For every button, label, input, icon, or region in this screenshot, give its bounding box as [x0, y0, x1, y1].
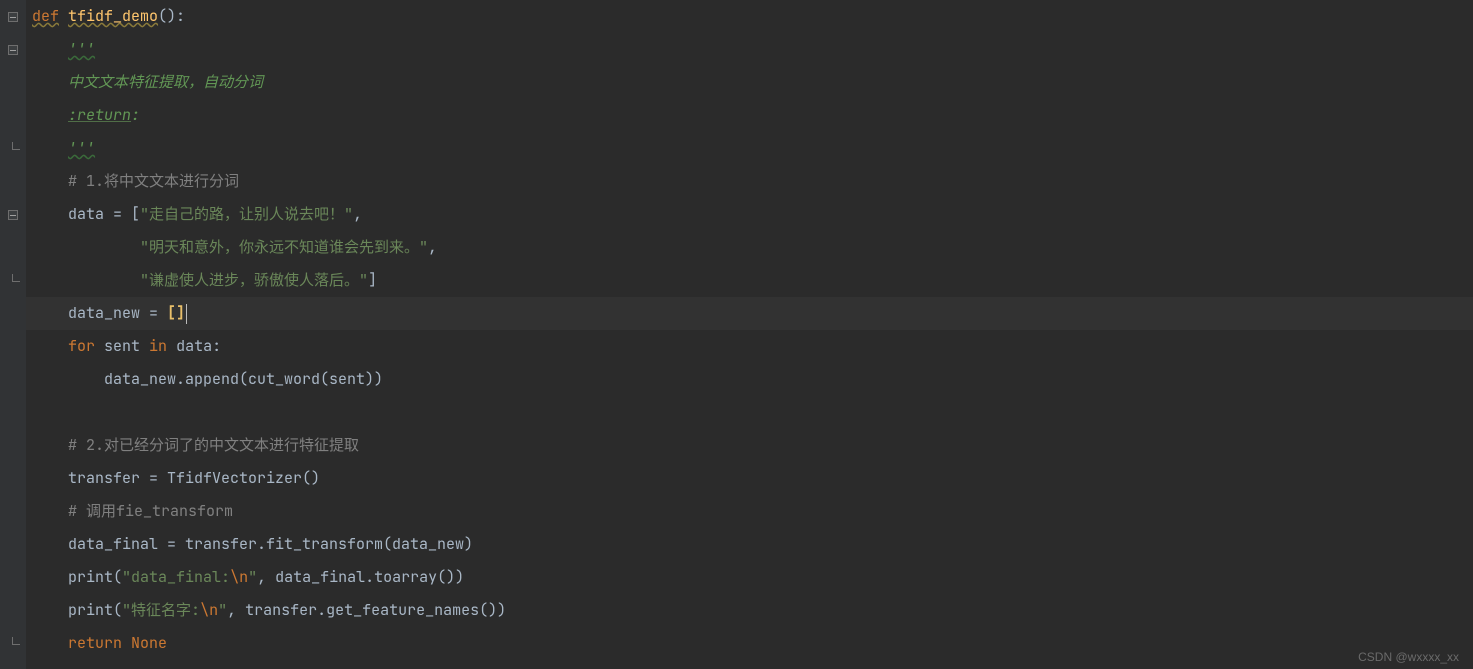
- docstring-text: 中文文本特征提取，自动分词: [68, 72, 263, 92]
- code-line[interactable]: data_final = transfer.fit_transform(data…: [32, 528, 1473, 561]
- code-line[interactable]: data_new.append(cut_word(sent)): [32, 363, 1473, 396]
- code-text: data_new.append(cut_word(sent)): [104, 369, 383, 389]
- code-line[interactable]: data = ["走自己的路，让别人说去吧！",: [32, 198, 1473, 231]
- comment: # 1.将中文文本进行分词: [68, 171, 239, 191]
- code-text: sent: [95, 336, 149, 356]
- gutter: [0, 0, 26, 669]
- fold-icon[interactable]: [6, 11, 20, 23]
- code-line[interactable]: ''': [32, 132, 1473, 165]
- function-name: tfidf_demo: [68, 6, 158, 26]
- comment: # 2.对已经分词了的中文文本进行特征提取: [68, 435, 359, 455]
- comment: # 调用fie_transform: [68, 501, 233, 521]
- builtin-print: print: [68, 567, 113, 587]
- docstring-quote: ''': [68, 39, 95, 59]
- code-text: , transfer.get_feature_names()): [227, 600, 506, 620]
- string: "明天和意外，你永远不知道谁会先到来。": [140, 237, 428, 257]
- code-area[interactable]: def tfidf_demo(): ''' 中文文本特征提取，自动分词 :ret…: [26, 0, 1473, 669]
- paren: (: [113, 567, 122, 587]
- string: "走自己的路，让别人说去吧！": [140, 204, 353, 224]
- comma: ,: [428, 237, 437, 257]
- string: "特征名字:: [122, 600, 200, 620]
- fold-end-icon: [6, 275, 20, 287]
- fold-icon[interactable]: [6, 209, 20, 221]
- code-text: data_new =: [68, 303, 167, 323]
- fold-end-icon: [6, 143, 20, 155]
- string: ": [248, 567, 257, 587]
- keyword-none: None: [131, 633, 167, 653]
- code-editor[interactable]: def tfidf_demo(): ''' 中文文本特征提取，自动分词 :ret…: [0, 0, 1473, 669]
- fold-end-icon: [6, 638, 20, 650]
- docstring-quote: ''': [68, 138, 95, 158]
- code-text: data:: [167, 336, 221, 356]
- comma: ,: [353, 204, 362, 224]
- code-text: data =: [68, 204, 131, 224]
- keyword-def: def: [32, 6, 59, 26]
- code-line-empty[interactable]: [32, 396, 1473, 429]
- bracket: ]: [368, 270, 377, 290]
- code-line[interactable]: print("data_final:\n", data_final.toarra…: [32, 561, 1473, 594]
- code-line[interactable]: :return:: [32, 99, 1473, 132]
- code-line[interactable]: 中文文本特征提取，自动分词: [32, 66, 1473, 99]
- string: "谦虚使人进步，骄傲使人落后。": [140, 270, 368, 290]
- code-line[interactable]: print("特征名字:\n", transfer.get_feature_na…: [32, 594, 1473, 627]
- code-line[interactable]: # 调用fie_transform: [32, 495, 1473, 528]
- code-line[interactable]: data_new = []: [32, 297, 1473, 330]
- bracket: [: [131, 204, 140, 224]
- keyword-for: for: [68, 336, 95, 356]
- docstring-tag-colon: :: [131, 105, 140, 125]
- string: ": [218, 600, 227, 620]
- keyword-in: in: [149, 336, 167, 356]
- docstring-tag: :return: [68, 105, 131, 125]
- bracket-active: []: [167, 303, 185, 323]
- caret: [186, 304, 187, 324]
- code-line[interactable]: "谦虚使人进步，骄傲使人落后。"]: [32, 264, 1473, 297]
- builtin-print: print: [68, 600, 113, 620]
- code-line[interactable]: for sent in data:: [32, 330, 1473, 363]
- code-text: , data_final.toarray()): [257, 567, 464, 587]
- code-line[interactable]: def tfidf_demo():: [32, 0, 1473, 33]
- code-text: transfer = TfidfVectorizer(): [68, 468, 320, 488]
- escape-seq: \n: [230, 567, 248, 587]
- keyword-return: return: [68, 633, 131, 653]
- code-line[interactable]: transfer = TfidfVectorizer(): [32, 462, 1473, 495]
- escape-seq: \n: [200, 600, 218, 620]
- code-text: data_final = transfer.fit_transform(data…: [68, 534, 473, 554]
- paren: (: [113, 600, 122, 620]
- code-line[interactable]: ''': [32, 33, 1473, 66]
- watermark: CSDN @wxxxx_xx: [1358, 651, 1459, 663]
- fold-icon[interactable]: [6, 44, 20, 56]
- string: "data_final:: [122, 567, 230, 587]
- code-line[interactable]: return None: [32, 627, 1473, 660]
- code-line[interactable]: # 2.对已经分词了的中文文本进行特征提取: [32, 429, 1473, 462]
- code-line[interactable]: "明天和意外，你永远不知道谁会先到来。",: [32, 231, 1473, 264]
- code-line[interactable]: # 1.将中文文本进行分词: [32, 165, 1473, 198]
- paren: ():: [158, 6, 185, 26]
